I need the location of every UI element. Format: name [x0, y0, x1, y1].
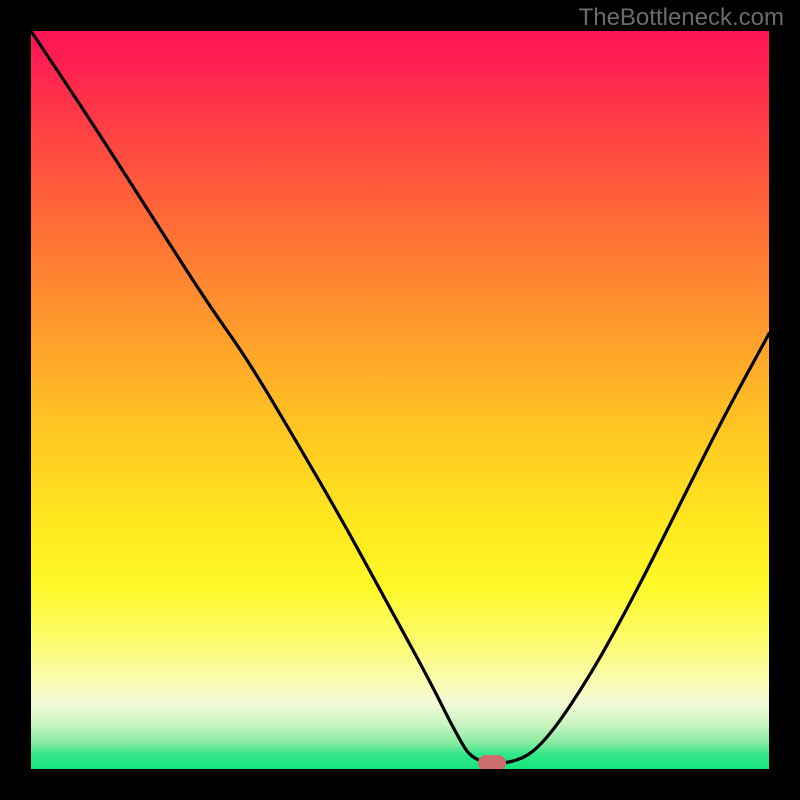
chart-curve: [31, 31, 769, 769]
bottleneck-curve-path: [31, 31, 769, 763]
watermark-text: TheBottleneck.com: [579, 4, 784, 32]
chart-plot-area: [31, 31, 769, 769]
optimal-point-marker: [478, 755, 506, 769]
